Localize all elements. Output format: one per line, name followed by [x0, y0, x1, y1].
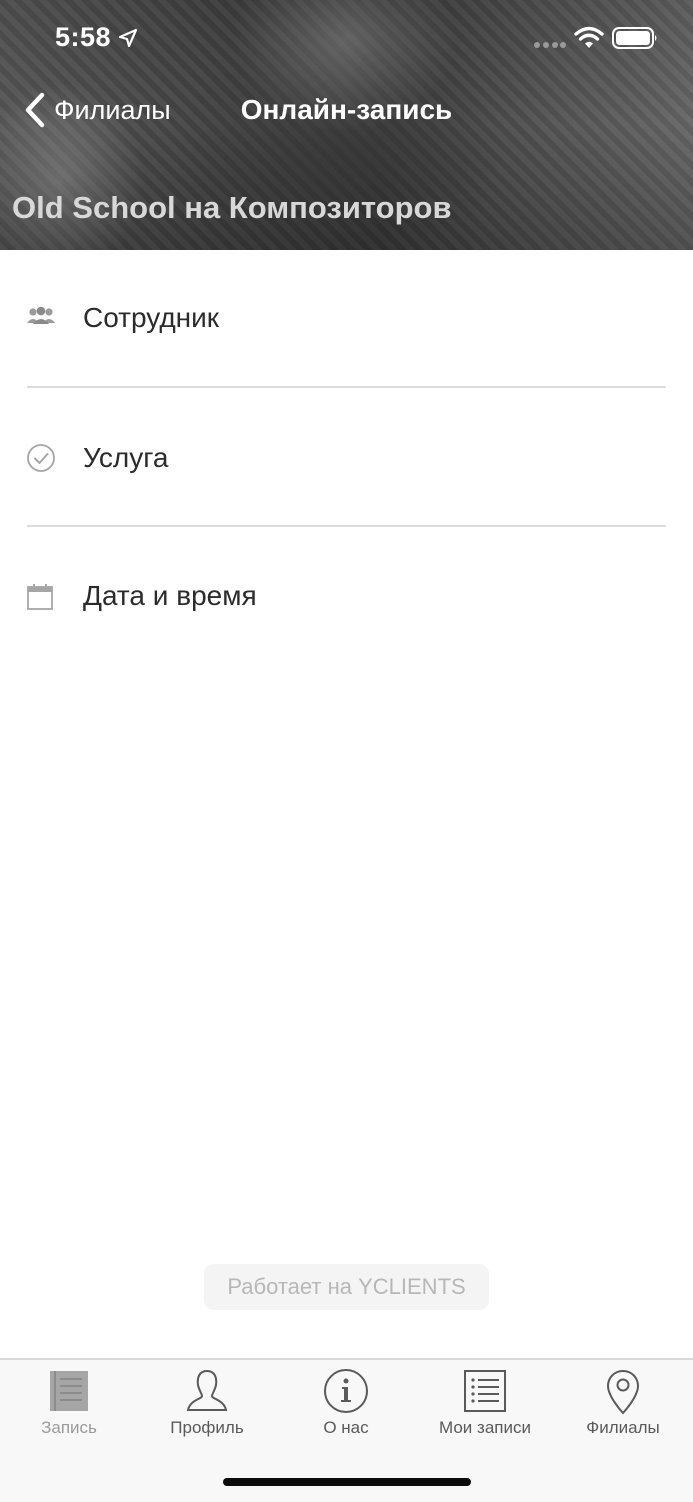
home-indicator[interactable] [223, 1478, 471, 1486]
divider [27, 525, 666, 527]
datetime-row[interactable]: Дата и время [0, 528, 693, 666]
list-icon [464, 1370, 506, 1412]
tab-label: Профиль [170, 1418, 244, 1437]
branch-name: Old School на Композиторов [12, 190, 452, 225]
staff-row-label: Сотрудник [83, 302, 220, 333]
status-bar: 5:58 [0, 0, 693, 80]
location-arrow-icon [118, 28, 138, 48]
header-banner: 5:58 Филиалы Онлайн-запись Old School на… [0, 0, 693, 250]
cellular-signal-icon [534, 42, 566, 48]
service-row[interactable]: Услуга [0, 389, 693, 527]
people-icon [27, 306, 55, 324]
tab-label: Мои записи [439, 1418, 531, 1437]
tab-about[interactable]: О нас [277, 1360, 415, 1450]
wifi-icon [574, 26, 604, 48]
tab-label: О нас [323, 1418, 369, 1437]
tab-my-bookings[interactable]: Мои записи [416, 1360, 554, 1450]
tab-label: Филиалы [586, 1418, 660, 1437]
divider [27, 386, 666, 388]
service-row-label: Услуга [83, 442, 169, 473]
info-icon [324, 1369, 368, 1413]
powered-by-badge[interactable]: Работает на YCLIENTS [204, 1264, 489, 1310]
status-time: 5:58 [55, 22, 112, 52]
staff-row[interactable]: Сотрудник [0, 250, 693, 388]
book-icon [50, 1371, 88, 1411]
datetime-row-label: Дата и время [83, 580, 257, 611]
battery-icon [612, 27, 657, 49]
tab-label: Запись [41, 1418, 97, 1437]
tab-profile[interactable]: Профиль [138, 1360, 276, 1450]
map-pin-icon [606, 1369, 640, 1415]
page-title: Онлайн-запись [240, 94, 453, 125]
tab-branches[interactable]: Филиалы [554, 1360, 692, 1450]
profile-icon [186, 1369, 228, 1411]
check-circle-icon [27, 444, 55, 472]
calendar-icon [27, 584, 53, 610]
tab-booking[interactable]: Запись [0, 1360, 138, 1450]
